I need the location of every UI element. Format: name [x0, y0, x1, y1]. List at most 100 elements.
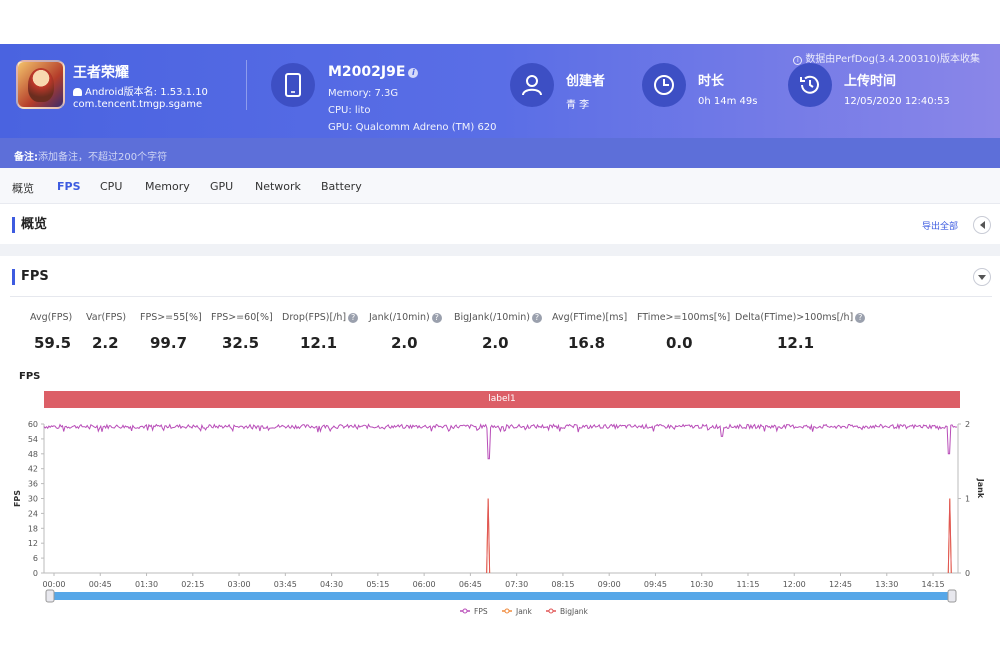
clock-icon — [642, 63, 686, 107]
creator-value: 青 李 — [566, 100, 590, 111]
overview-title: 概览 — [12, 217, 47, 233]
y2-tick-label: 2 — [965, 420, 970, 429]
device-name: M2002J9E i — [328, 64, 419, 80]
bigjank-spike — [486, 498, 491, 574]
range-slider-left-handle[interactable] — [45, 589, 55, 603]
stat-value: 2.2 — [92, 334, 119, 352]
perfdog-report-page: i 数据由PerfDog(3.4.200310)版本收集 王者荣耀 Android… — [0, 0, 1000, 666]
legend-marker — [504, 608, 510, 614]
x-tick-label: 03:45 — [274, 580, 297, 589]
export-all-link[interactable]: 导出全部 — [922, 219, 958, 232]
app-package: com.tencent.tmgp.sgame — [73, 99, 203, 110]
y-tick-label: 60 — [28, 420, 38, 429]
stat-value: 32.5 — [222, 334, 260, 352]
remark-input[interactable]: 添加备注，不超过200个字符 — [38, 148, 167, 163]
stat-label-text: Avg(FPS) — [30, 312, 73, 323]
duration-label: 时长 — [698, 74, 725, 89]
stat-label-text: Drop(FPS)[/h] — [282, 312, 347, 323]
stat-label-text: FPS>=60[%] — [211, 312, 273, 323]
phone-icon — [271, 63, 315, 107]
range-slider-right-handle[interactable] — [947, 589, 957, 603]
y-tick-label: 30 — [28, 495, 38, 504]
stat-label: FPS>=55[%] — [140, 312, 202, 323]
x-tick-label: 09:00 — [598, 580, 621, 589]
y-tick-label: 48 — [28, 450, 38, 459]
section-divider — [10, 296, 992, 297]
help-icon[interactable]: ? — [348, 313, 359, 323]
help-icon[interactable]: ? — [431, 313, 442, 323]
stat-value: 16.8 — [568, 334, 606, 352]
x-tick-label: 14:15 — [922, 580, 945, 589]
legend-marker — [548, 608, 554, 614]
x-tick-label: 09:45 — [644, 580, 667, 589]
report-header: i 数据由PerfDog(3.4.200310)版本收集 王者荣耀 Android… — [0, 44, 1000, 138]
legend-label[interactable]: FPS — [474, 607, 488, 616]
x-tick-label: 12:00 — [783, 580, 806, 589]
y-tick-label: 18 — [28, 524, 38, 533]
device-info-icon[interactable]: i — [408, 68, 419, 78]
app-title: 王者荣耀 — [73, 65, 129, 81]
remark-label: 备注: — [14, 152, 38, 163]
caret-down-icon — [978, 274, 986, 280]
legend-label[interactable]: Jank — [515, 607, 533, 616]
stat-label: Var(FPS) — [86, 312, 126, 323]
tab-battery[interactable]: Battery — [321, 180, 362, 193]
collapse-left-button[interactable] — [973, 216, 991, 234]
x-tick-label: 08:15 — [551, 580, 574, 589]
history-icon — [788, 63, 832, 107]
duration-value: 0h 14m 49s — [698, 96, 758, 107]
x-tick-label: 13:30 — [875, 580, 898, 589]
legend-marker — [462, 608, 468, 614]
jank-spike — [486, 498, 491, 574]
source-note: i 数据由PerfDog(3.4.200310)版本收集 — [793, 50, 980, 65]
app-icon — [16, 60, 65, 109]
stat-label: Delta(FTime)>100ms[/h]? — [735, 312, 866, 323]
chart-title: FPS — [19, 371, 41, 382]
x-tick-label: 01:30 — [135, 580, 158, 589]
remark-bar: 备注: 添加备注，不超过200个字符 — [0, 138, 1000, 168]
stat-label-text: BigJank(/10min) — [454, 312, 530, 323]
tab-memory[interactable]: Memory — [145, 180, 190, 193]
help-icon[interactable]: ? — [531, 313, 542, 323]
section-gap — [0, 244, 1000, 256]
upload-value: 12/05/2020 12:40:53 — [844, 96, 950, 107]
y2-axis-label: Jank — [976, 478, 985, 499]
x-tick-label: 07:30 — [505, 580, 528, 589]
caret-left-icon — [979, 221, 985, 229]
stat-value: 0.0 — [666, 334, 693, 352]
tab-network[interactable]: Network — [255, 180, 301, 193]
stat-label-text: Jank(/10min) — [369, 312, 430, 323]
creator-label: 创建者 — [566, 74, 606, 89]
help-icon[interactable]: ? — [855, 313, 866, 323]
tab-fps[interactable]: FPS — [57, 180, 81, 193]
upload-label: 上传时间 — [844, 74, 897, 89]
y-tick-label: 36 — [28, 480, 38, 489]
y-tick-label: 0 — [33, 569, 38, 578]
stat-label: FPS>=60[%] — [211, 312, 273, 323]
fps-series-line — [43, 423, 958, 460]
tab-gpu[interactable]: GPU — [210, 180, 233, 193]
x-tick-label: 06:00 — [413, 580, 436, 589]
collapse-down-button[interactable] — [973, 268, 991, 286]
stat-label-text: FPS>=55[%] — [140, 312, 202, 323]
stat-value: 2.0 — [391, 334, 418, 352]
fps-section-title: FPS — [12, 269, 49, 285]
android-icon — [73, 88, 82, 96]
x-tick-label: 00:45 — [89, 580, 112, 589]
legend-label[interactable]: BigJank — [560, 607, 589, 616]
stat-label: FTime>=100ms[%] — [637, 312, 730, 323]
stat-label-text: Delta(FTime)>100ms[/h] — [735, 312, 854, 323]
tab-cpu[interactable]: CPU — [100, 180, 122, 193]
device-cpu: CPU: lito — [328, 105, 371, 116]
y2-tick-label: 1 — [965, 495, 970, 504]
x-tick-label: 05:15 — [366, 580, 389, 589]
tab-bar: 概览 FPS CPU Memory GPU Network Battery — [0, 168, 1000, 204]
stat-label: Avg(FPS) — [30, 312, 72, 323]
range-slider-track[interactable] — [48, 592, 954, 600]
tab-overview[interactable]: 概览 — [12, 180, 34, 196]
y-tick-label: 54 — [28, 435, 38, 444]
y-tick-label: 24 — [28, 509, 38, 518]
stat-value: 12.1 — [777, 334, 815, 352]
stat-label: Drop(FPS)[/h]? — [282, 312, 359, 323]
stat-label-text: FTime>=100ms[%] — [637, 312, 731, 323]
